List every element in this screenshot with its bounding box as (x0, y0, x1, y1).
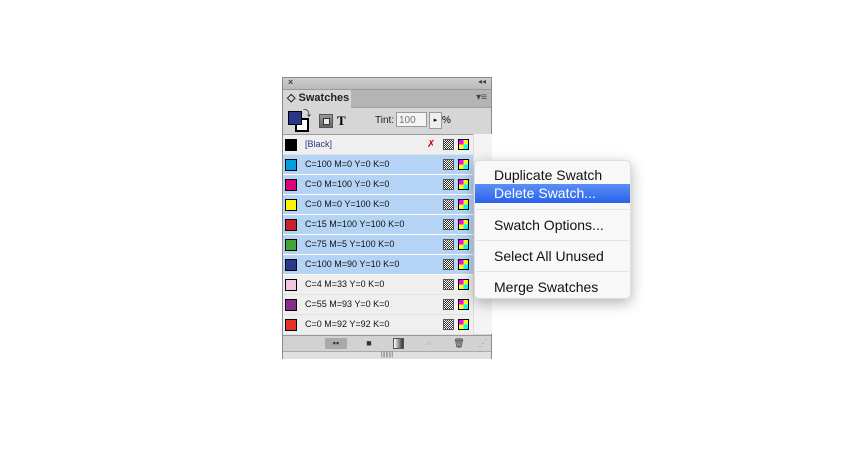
swatch-row[interactable]: C=0 M=0 Y=100 K=0 (283, 195, 473, 215)
cmyk-mode-icon (458, 239, 469, 250)
swatch-name: C=0 M=0 Y=100 K=0 (305, 199, 390, 209)
show-all-swatches-icon[interactable]: ▪▪ (325, 338, 347, 349)
close-icon[interactable]: × (288, 77, 293, 87)
swatch-name: C=100 M=90 Y=10 K=0 (305, 259, 400, 269)
swatch-color-chip (285, 159, 297, 171)
cmyk-mode-icon (458, 319, 469, 330)
swatch-color-chip (285, 199, 297, 211)
menu-separator (476, 209, 629, 210)
swatch-name: C=0 M=92 Y=92 K=0 (305, 319, 390, 329)
cmyk-mode-icon (458, 199, 469, 210)
percent-label: % (442, 115, 451, 126)
process-color-icon (443, 319, 454, 330)
cmyk-mode-icon (458, 159, 469, 170)
cmyk-mode-icon (458, 139, 469, 150)
swatch-list: [Black] ✗ C=100 M=0 Y=0 K=0 C=0 M=100 Y=… (283, 134, 473, 335)
delete-swatch-icon[interactable]: 🗑 (453, 338, 465, 349)
panel-titlebar: × ◂◂ (283, 77, 491, 90)
menu-item-duplicate-swatch[interactable]: Duplicate Swatch (475, 166, 630, 185)
swatch-color-chip (285, 279, 297, 291)
menu-item-select-all-unused[interactable]: Select All Unused (475, 247, 630, 266)
tab-row: ◇ Swatches ▾≡ (283, 90, 491, 108)
swatch-color-chip (285, 259, 297, 271)
swatch-color-chip (285, 179, 297, 191)
toolbar: ⤵ T Tint: 100 ▸ % (283, 108, 491, 134)
menu-separator (476, 271, 629, 272)
context-menu: Duplicate Swatch Delete Swatch... Swatch O… (474, 160, 631, 299)
resize-grip-icon[interactable]: ⋰ (477, 338, 489, 349)
swatch-name: C=75 M=5 Y=100 K=0 (305, 239, 395, 249)
swatch-row[interactable]: C=100 M=0 Y=0 K=0 (283, 155, 473, 175)
swatch-row[interactable]: C=100 M=90 Y=10 K=0 (283, 255, 473, 275)
tint-label: Tint: (375, 115, 395, 126)
swatch-name: C=4 M=33 Y=0 K=0 (305, 279, 385, 289)
menu-item-merge-swatches[interactable]: Merge Swatches (475, 278, 630, 297)
process-color-icon (443, 239, 454, 250)
tab-label: Swatches (298, 92, 350, 104)
swatch-name: [Black] (305, 139, 333, 149)
tint-slider-button[interactable]: ▸ (429, 112, 442, 129)
process-color-icon (443, 299, 454, 310)
swatch-row[interactable]: C=0 M=92 Y=92 K=0 (283, 315, 473, 335)
process-color-icon (443, 199, 454, 210)
tint-input[interactable]: 100 (396, 112, 427, 127)
cmyk-mode-icon (458, 179, 469, 190)
process-color-icon (443, 139, 454, 150)
swatch-row[interactable]: [Black] ✗ (283, 135, 473, 155)
swatch-color-chip (285, 239, 297, 251)
swatch-row[interactable]: C=4 M=33 Y=0 K=0 (283, 275, 473, 295)
collapse-icon[interactable]: ◂◂ (478, 77, 486, 86)
panel-footer: ▪▪ ■ ▫ 🗑 ⋰ (283, 335, 491, 352)
swatch-row[interactable]: C=0 M=100 Y=0 K=0 (283, 175, 473, 195)
swatch-row[interactable]: C=55 M=93 Y=0 K=0 (283, 295, 473, 315)
swatch-name: C=15 M=100 Y=100 K=0 (305, 219, 405, 229)
menu-item-delete-swatch[interactable]: Delete Swatch... (475, 184, 630, 203)
swatch-name: C=55 M=93 Y=0 K=0 (305, 299, 390, 309)
swatch-color-chip (285, 139, 297, 151)
menu-item-swatch-options[interactable]: Swatch Options... (475, 216, 630, 235)
panel-menu-icon[interactable]: ▾≡ (476, 92, 487, 103)
swap-icon[interactable]: ⤵ (303, 108, 311, 119)
swatches-panel: × ◂◂ ◇ Swatches ▾≡ ⤵ T Tint: 100 ▸ % [Bl… (282, 77, 492, 359)
formatting-text-icon[interactable]: T (337, 113, 346, 129)
swatch-color-chip (285, 299, 297, 311)
fill-box[interactable] (288, 111, 302, 125)
swatch-row[interactable]: C=15 M=100 Y=100 K=0 (283, 215, 473, 235)
swatch-name: C=0 M=100 Y=0 K=0 (305, 179, 390, 189)
show-color-swatches-icon[interactable]: ■ (363, 338, 375, 349)
process-color-icon (443, 159, 454, 170)
process-color-icon (443, 219, 454, 230)
formatting-container-icon[interactable] (319, 114, 333, 128)
non-editable-icon: ✗ (427, 139, 436, 150)
cmyk-mode-icon (458, 259, 469, 270)
swatch-color-chip (285, 319, 297, 331)
process-color-icon (443, 259, 454, 270)
show-gradient-swatches-icon[interactable] (393, 338, 404, 349)
tab-swatches[interactable]: ◇ Swatches (283, 90, 351, 108)
cmyk-mode-icon (458, 219, 469, 230)
cmyk-mode-icon (458, 279, 469, 290)
new-swatch-icon[interactable]: ▫ (423, 338, 435, 349)
process-color-icon (443, 179, 454, 190)
cmyk-mode-icon (458, 299, 469, 310)
bottom-resize-grip[interactable]: |||||||| (283, 351, 491, 359)
swatch-color-chip (285, 219, 297, 231)
menu-separator (476, 240, 629, 241)
tab-arrows-icon: ◇ (287, 92, 296, 104)
swatch-row[interactable]: C=75 M=5 Y=100 K=0 (283, 235, 473, 255)
process-color-icon (443, 279, 454, 290)
swatch-name: C=100 M=0 Y=0 K=0 (305, 159, 390, 169)
